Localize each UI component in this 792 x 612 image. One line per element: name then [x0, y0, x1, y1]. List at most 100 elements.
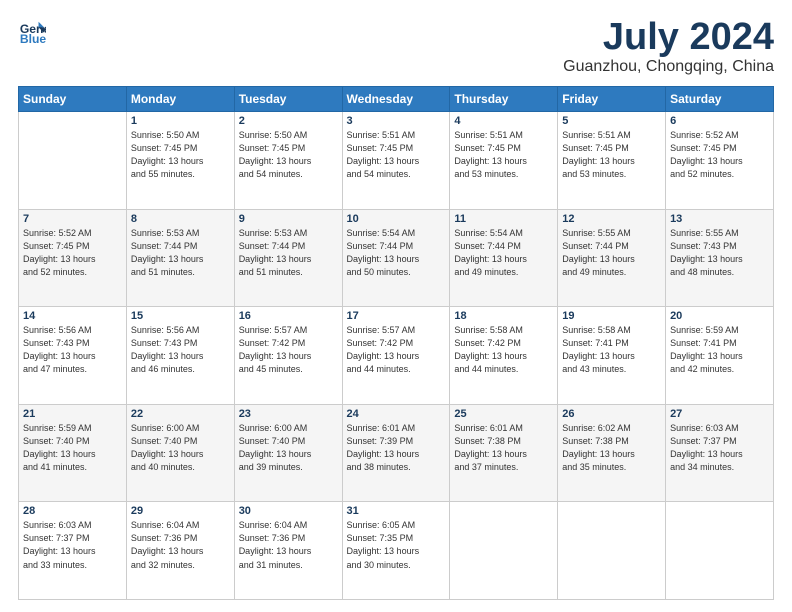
- day-number: 6: [670, 115, 769, 127]
- day-cell: [666, 502, 774, 600]
- col-header-friday: Friday: [558, 87, 666, 112]
- day-info: Sunrise: 5:51 AMSunset: 7:45 PMDaylight:…: [347, 129, 446, 181]
- day-number: 4: [454, 115, 553, 127]
- day-info: Sunrise: 5:51 AMSunset: 7:45 PMDaylight:…: [562, 129, 661, 181]
- day-info: Sunrise: 5:50 AMSunset: 7:45 PMDaylight:…: [239, 129, 338, 181]
- day-number: 5: [562, 115, 661, 127]
- day-cell: 21Sunrise: 5:59 AMSunset: 7:40 PMDayligh…: [19, 404, 127, 502]
- day-cell: 26 Sunrise: 6:02 AMSunset: 7:38 PMDayligh…: [558, 404, 666, 502]
- day-cell: 18 Sunrise: 5:58 AMSunset: 7:42 PMDayligh…: [450, 307, 558, 405]
- day-info: Sunrise: 5:54 AMSunset: 7:44 PMDaylight:…: [454, 227, 553, 279]
- day-number: 7: [23, 213, 122, 225]
- day-number: 9: [239, 213, 338, 225]
- day-info: Sunrise: 6:03 AMSunset: 7:37 PMDaylight:…: [670, 422, 769, 474]
- day-info: Sunrise: 6:04 AMSunset: 7:36 PMDaylight:…: [239, 519, 338, 571]
- day-info: Sunrise: 5:50 AMSunset: 7:45 PMDaylight:…: [131, 129, 230, 181]
- week-row-5: 28Sunrise: 6:03 AMSunset: 7:37 PMDayligh…: [19, 502, 774, 600]
- day-number: 29: [131, 505, 230, 517]
- day-info: Sunrise: 5:53 AMSunset: 7:44 PMDaylight:…: [131, 227, 230, 279]
- day-cell: 6 Sunrise: 5:52 AMSunset: 7:45 PMDaylight…: [666, 112, 774, 210]
- day-number: 2: [239, 115, 338, 127]
- calendar-page: General Blue July 2024 Guanzhou, Chongqi…: [0, 0, 792, 612]
- day-number: 11: [454, 213, 553, 225]
- day-info: Sunrise: 5:55 AMSunset: 7:43 PMDaylight:…: [670, 227, 769, 279]
- day-number: 31: [347, 505, 446, 517]
- day-info: Sunrise: 5:54 AMSunset: 7:44 PMDaylight:…: [347, 227, 446, 279]
- day-info: Sunrise: 6:04 AMSunset: 7:36 PMDaylight:…: [131, 519, 230, 571]
- month-title: July 2024: [563, 18, 774, 56]
- day-cell: 1Sunrise: 5:50 AMSunset: 7:45 PMDaylight…: [126, 112, 234, 210]
- day-cell: [450, 502, 558, 600]
- day-number: 25: [454, 408, 553, 420]
- day-number: 18: [454, 310, 553, 322]
- day-number: 15: [131, 310, 230, 322]
- day-number: 23: [239, 408, 338, 420]
- header: General Blue July 2024 Guanzhou, Chongqi…: [18, 18, 774, 76]
- day-cell: 27 Sunrise: 6:03 AMSunset: 7:37 PMDayligh…: [666, 404, 774, 502]
- col-header-sunday: Sunday: [19, 87, 127, 112]
- day-number: 3: [347, 115, 446, 127]
- day-cell: 24Sunrise: 6:01 AMSunset: 7:39 PMDayligh…: [342, 404, 450, 502]
- day-cell: 3 Sunrise: 5:51 AMSunset: 7:45 PMDaylight…: [342, 112, 450, 210]
- day-cell: 14Sunrise: 5:56 AMSunset: 7:43 PMDayligh…: [19, 307, 127, 405]
- day-cell: 22Sunrise: 6:00 AMSunset: 7:40 PMDayligh…: [126, 404, 234, 502]
- day-info: Sunrise: 6:02 AMSunset: 7:38 PMDaylight:…: [562, 422, 661, 474]
- day-cell: 31 Sunrise: 6:05 AMSunset: 7:35 PMDayligh…: [342, 502, 450, 600]
- day-number: 28: [23, 505, 122, 517]
- day-info: Sunrise: 6:01 AMSunset: 7:38 PMDaylight:…: [454, 422, 553, 474]
- day-info: Sunrise: 6:05 AMSunset: 7:35 PMDaylight:…: [347, 519, 446, 571]
- day-number: 21: [23, 408, 122, 420]
- location: Guanzhou, Chongqing, China: [563, 58, 774, 76]
- day-number: 30: [239, 505, 338, 517]
- day-info: Sunrise: 5:55 AMSunset: 7:44 PMDaylight:…: [562, 227, 661, 279]
- day-number: 17: [347, 310, 446, 322]
- day-info: Sunrise: 5:58 AMSunset: 7:42 PMDaylight:…: [454, 324, 553, 376]
- week-row-1: 1Sunrise: 5:50 AMSunset: 7:45 PMDaylight…: [19, 112, 774, 210]
- day-cell: 10 Sunrise: 5:54 AMSunset: 7:44 PMDayligh…: [342, 209, 450, 307]
- col-header-saturday: Saturday: [666, 87, 774, 112]
- day-cell: 11 Sunrise: 5:54 AMSunset: 7:44 PMDayligh…: [450, 209, 558, 307]
- day-cell: 4 Sunrise: 5:51 AMSunset: 7:45 PMDaylight…: [450, 112, 558, 210]
- day-cell: 28Sunrise: 6:03 AMSunset: 7:37 PMDayligh…: [19, 502, 127, 600]
- day-cell: [19, 112, 127, 210]
- day-info: Sunrise: 5:51 AMSunset: 7:45 PMDaylight:…: [454, 129, 553, 181]
- day-info: Sunrise: 5:52 AMSunset: 7:45 PMDaylight:…: [670, 129, 769, 181]
- day-number: 20: [670, 310, 769, 322]
- col-header-wednesday: Wednesday: [342, 87, 450, 112]
- day-cell: 9 Sunrise: 5:53 AMSunset: 7:44 PMDaylight…: [234, 209, 342, 307]
- day-number: 10: [347, 213, 446, 225]
- day-number: 13: [670, 213, 769, 225]
- day-info: Sunrise: 5:57 AMSunset: 7:42 PMDaylight:…: [347, 324, 446, 376]
- col-header-monday: Monday: [126, 87, 234, 112]
- day-cell: 13 Sunrise: 5:55 AMSunset: 7:43 PMDayligh…: [666, 209, 774, 307]
- day-cell: 23 Sunrise: 6:00 AMSunset: 7:40 PMDayligh…: [234, 404, 342, 502]
- day-number: 24: [347, 408, 446, 420]
- day-number: 8: [131, 213, 230, 225]
- day-cell: 19 Sunrise: 5:58 AMSunset: 7:41 PMDayligh…: [558, 307, 666, 405]
- day-number: 27: [670, 408, 769, 420]
- day-cell: 8 Sunrise: 5:53 AMSunset: 7:44 PMDaylight…: [126, 209, 234, 307]
- header-row: SundayMondayTuesdayWednesdayThursdayFrid…: [19, 87, 774, 112]
- day-info: Sunrise: 6:00 AMSunset: 7:40 PMDaylight:…: [239, 422, 338, 474]
- logo: General Blue: [18, 18, 46, 46]
- day-info: Sunrise: 5:56 AMSunset: 7:43 PMDaylight:…: [23, 324, 122, 376]
- week-row-2: 7Sunrise: 5:52 AMSunset: 7:45 PMDaylight…: [19, 209, 774, 307]
- day-number: 16: [239, 310, 338, 322]
- day-info: Sunrise: 5:59 AMSunset: 7:41 PMDaylight:…: [670, 324, 769, 376]
- day-cell: 29 Sunrise: 6:04 AMSunset: 7:36 PMDayligh…: [126, 502, 234, 600]
- col-header-thursday: Thursday: [450, 87, 558, 112]
- week-row-3: 14Sunrise: 5:56 AMSunset: 7:43 PMDayligh…: [19, 307, 774, 405]
- day-cell: 2 Sunrise: 5:50 AMSunset: 7:45 PMDaylight…: [234, 112, 342, 210]
- day-number: 19: [562, 310, 661, 322]
- week-row-4: 21Sunrise: 5:59 AMSunset: 7:40 PMDayligh…: [19, 404, 774, 502]
- day-number: 26: [562, 408, 661, 420]
- day-cell: 12Sunrise: 5:55 AMSunset: 7:44 PMDayligh…: [558, 209, 666, 307]
- calendar-table: SundayMondayTuesdayWednesdayThursdayFrid…: [18, 86, 774, 600]
- day-info: Sunrise: 5:53 AMSunset: 7:44 PMDaylight:…: [239, 227, 338, 279]
- day-info: Sunrise: 5:58 AMSunset: 7:41 PMDaylight:…: [562, 324, 661, 376]
- header-right: July 2024 Guanzhou, Chongqing, China: [563, 18, 774, 76]
- day-cell: 20 Sunrise: 5:59 AMSunset: 7:41 PMDayligh…: [666, 307, 774, 405]
- day-cell: 16Sunrise: 5:57 AMSunset: 7:42 PMDayligh…: [234, 307, 342, 405]
- day-cell: 15Sunrise: 5:56 AMSunset: 7:43 PMDayligh…: [126, 307, 234, 405]
- day-info: Sunrise: 6:00 AMSunset: 7:40 PMDaylight:…: [131, 422, 230, 474]
